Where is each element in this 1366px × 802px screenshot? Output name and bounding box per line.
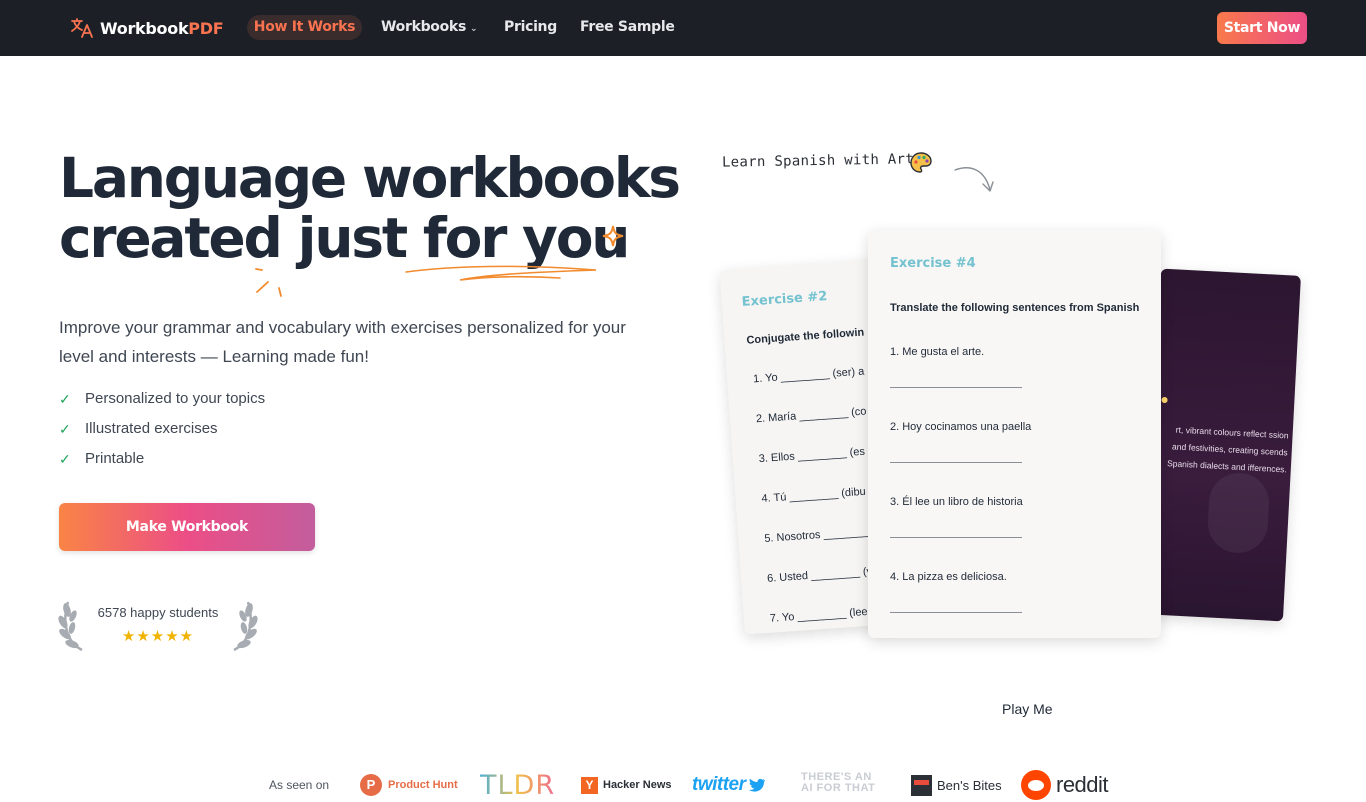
bird-icon: [748, 778, 765, 792]
tldr-logo[interactable]: TLDR: [480, 770, 555, 801]
translate-icon: [71, 18, 93, 38]
nav-how-it-works[interactable]: How It Works: [247, 15, 362, 40]
exercise-4-item: 2. Hoy cocinamos una paella: [890, 421, 1032, 433]
reddit-logo[interactable]: reddit: [1021, 770, 1109, 800]
feature-item: ✓ Illustrated exercises: [59, 417, 265, 447]
feature-item: ✓ Personalized to your topics: [59, 387, 265, 417]
make-workbook-button[interactable]: Make Workbook: [59, 503, 315, 551]
play-me-button[interactable]: Play Me: [1002, 701, 1053, 717]
nav-free-sample[interactable]: Free Sample: [580, 15, 675, 40]
check-icon: ✓: [59, 391, 71, 407]
happy-students-count: 6578 happy students: [97, 605, 219, 620]
answer-line: [890, 387, 1022, 388]
logo[interactable]: WorkbookPDF: [70, 14, 224, 42]
exercise-4-title: Exercise #4: [890, 256, 976, 271]
sparkle-icon: [602, 225, 624, 247]
nav-workbooks-label: Workbooks: [381, 19, 466, 35]
hero-subtitle: Improve your grammar and vocabulary with…: [59, 318, 626, 366]
laurel-right-icon: [233, 601, 258, 652]
top-navbar: WorkbookPDF How It Works Workbooks ⌄ Pric…: [0, 0, 1366, 56]
lightbulb-icon: ●: [1159, 390, 1170, 408]
exercise-2-item: 5. Nosotros ________: [763, 525, 873, 545]
bens-bites-logo[interactable]: Ben's Bites: [911, 770, 1002, 800]
exercise-4-card[interactable]: Exercise #4 Translate the following sent…: [868, 230, 1161, 638]
answer-line: [890, 537, 1022, 538]
answer-line: [890, 612, 1022, 613]
curved-arrow-icon: [954, 167, 994, 192]
start-now-button[interactable]: Start Now: [1217, 12, 1307, 44]
answer-line: [890, 462, 1022, 463]
exercise-2-item: 4. Tú ________ (dibu: [761, 485, 867, 506]
hero-headline: Language workbooks created just for you: [59, 148, 699, 268]
exercise-4-item: 1. Me gusta el arte.: [890, 346, 985, 358]
product-hunt-logo[interactable]: P Product Hunt: [360, 770, 458, 800]
chevron-down-icon: ⌄: [469, 24, 478, 34]
y-combinator-icon: Y: [581, 776, 598, 794]
emphasis-ticks: [255, 268, 282, 297]
as-seen-on-label: As seen on: [269, 778, 330, 792]
logo-text: WorkbookPDF: [100, 18, 224, 38]
reddit-alien-icon: [1021, 770, 1051, 800]
exercise-4-item: 3. Él lee un libro de historia: [890, 496, 1023, 508]
exercise-2-item: 2. María ________ (co: [755, 405, 867, 426]
theres-an-ai-for-that-logo[interactable]: THERE'S AN AI FOR THAT: [801, 772, 893, 802]
palette-icon: [910, 152, 932, 173]
exercise-4-item: 4. La pizza es deliciosa.: [890, 571, 1007, 583]
headline-line-1: Language workbooks: [59, 146, 681, 210]
bens-bites-icon: [911, 774, 932, 796]
exercise-2-item: 1. Yo ________ (ser) a: [752, 365, 865, 386]
exercise-2-item: 7. Yo ________ (lee: [769, 605, 868, 625]
art-info-card[interactable]: ● rt, vibrant colours reflect ssion and …: [1143, 268, 1301, 622]
rating-stars: ★★★★★: [121, 628, 195, 645]
exercise-2-title: Exercise #2: [741, 288, 828, 310]
twitter-logo[interactable]: twitter: [692, 770, 766, 800]
laurel-left-icon: [58, 601, 83, 652]
product-hunt-icon: P: [360, 774, 382, 796]
card-artwork: [1206, 471, 1271, 555]
nav-pricing[interactable]: Pricing: [504, 15, 557, 40]
exercise-2-instruction: Conjugate the followin: [746, 326, 865, 347]
underline-squiggle: [405, 265, 597, 281]
hacker-news-logo[interactable]: Y Hacker News: [581, 770, 672, 800]
feature-list: ✓ Personalized to your topics ✓ Illustrate…: [59, 387, 265, 477]
exercise-4-instruction: Translate the following sentences from S…: [890, 302, 1140, 314]
learn-note: Learn Spanish with Art: [721, 151, 915, 171]
exercise-2-item: 6. Usted ________ (v: [766, 565, 873, 585]
feature-item: ✓ Printable: [59, 447, 265, 477]
exercise-2-item: 3. Ellos ________ (es: [758, 445, 866, 466]
check-icon: ✓: [59, 421, 71, 437]
nav-workbooks-dropdown[interactable]: Workbooks ⌄: [381, 15, 478, 40]
check-icon: ✓: [59, 451, 71, 467]
art-info-text: rt, vibrant colours reflect ssion and fe…: [1166, 424, 1289, 475]
